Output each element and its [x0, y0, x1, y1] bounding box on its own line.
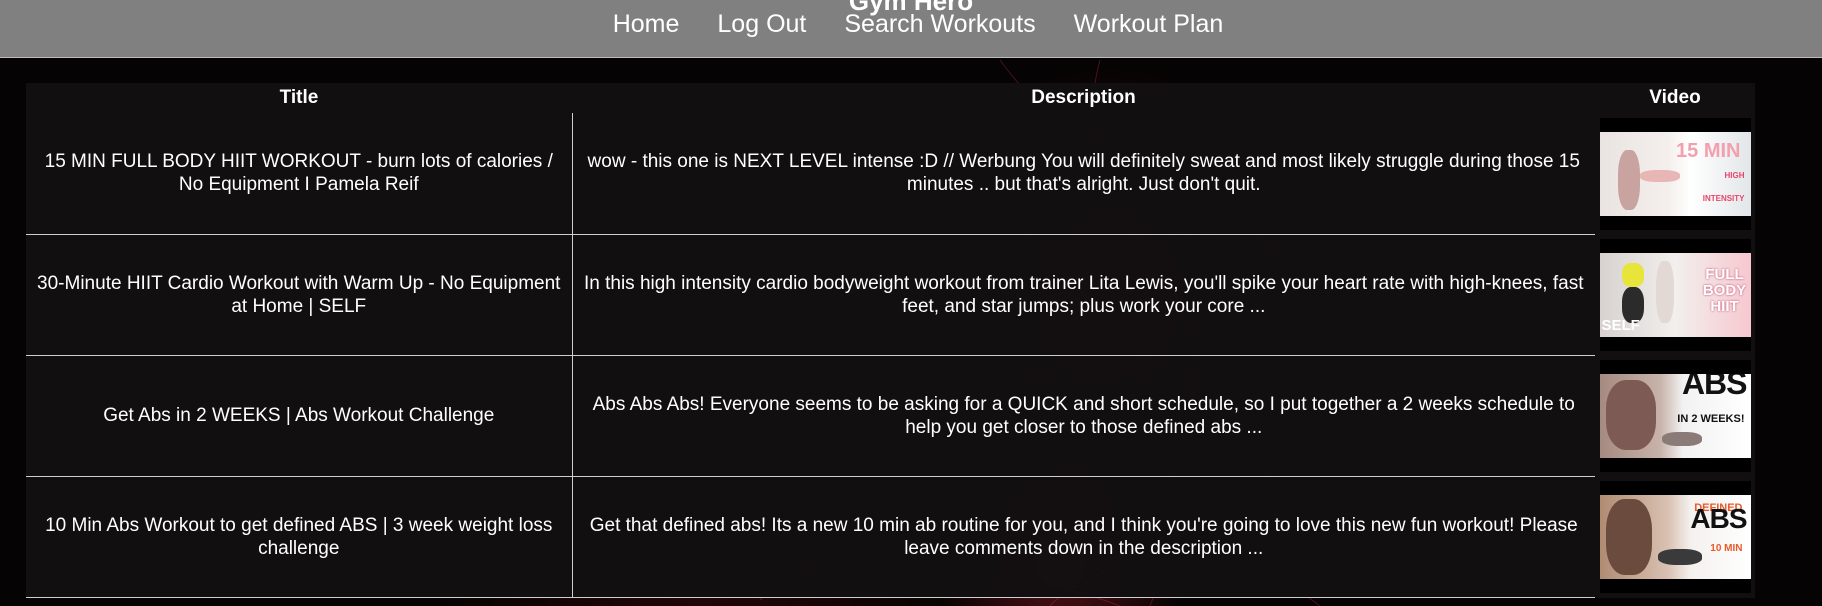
- athlete-figure: [1661, 431, 1702, 446]
- nav-search-workouts-link[interactable]: Search Workouts: [844, 10, 1035, 39]
- athlete-figure: [1605, 379, 1656, 450]
- thumbnail-main-text: ABS: [1681, 373, 1748, 401]
- workout-title: 15 MIN FULL BODY HIIT WORKOUT - burn lot…: [26, 113, 573, 235]
- video-cell: FULL BODY HIIT SELF: [1595, 234, 1755, 355]
- nav-logout-link[interactable]: Log Out: [717, 10, 806, 39]
- thumbnail-image: DEFINED ABS 10 MIN: [1599, 494, 1751, 579]
- thumbnail-sub-text-2: 10 MIN: [1710, 542, 1743, 554]
- workout-title: 10 Min Abs Workout to get defined ABS | …: [26, 476, 573, 598]
- workout-description: Get that defined abs! Its a new 10 min a…: [572, 476, 1595, 598]
- table-header-row: Title Description Video: [26, 83, 1755, 113]
- athlete-figure: [1639, 169, 1680, 182]
- thumbnail-sub-text: IN 2 WEEKS!: [1677, 412, 1745, 425]
- workout-description: wow - this one is NEXT LEVEL intense :D …: [572, 113, 1595, 235]
- thumbnail-sub-text: HIGH INTENSITY FULL BODY: [1702, 170, 1745, 203]
- table-row: 30-Minute HIIT Cardio Workout with Warm …: [26, 234, 1755, 356]
- table-row: Get Abs in 2 WEEKS | Abs Workout Challen…: [26, 355, 1755, 477]
- workout-description: Abs Abs Abs! Everyone seems to be asking…: [572, 355, 1595, 477]
- column-header-description: Description: [1031, 87, 1136, 108]
- thumbnail-image: ABS IN 2 WEEKS!: [1599, 373, 1751, 458]
- workout-description: In this high intensity cardio bodyweight…: [572, 234, 1595, 356]
- athlete-figure: [1605, 498, 1652, 575]
- nav-home-link[interactable]: Home: [613, 10, 680, 39]
- workouts-table: Title Description Video 15 MIN FULL BODY…: [26, 83, 1755, 598]
- main-nav: Home Log Out Search Workouts Workout Pla…: [0, 10, 1822, 39]
- athlete-figure: [1655, 260, 1674, 323]
- athlete-figure: [1657, 548, 1702, 565]
- video-cell: 15 MIN HIGH INTENSITY FULL BODY: [1595, 113, 1755, 234]
- column-header-video: Video: [1649, 87, 1701, 108]
- thumbnail-main-text: 15 MIN: [1676, 139, 1741, 162]
- table-row: 10 Min Abs Workout to get defined ABS | …: [26, 476, 1755, 598]
- workout-title: Get Abs in 2 WEEKS | Abs Workout Challen…: [26, 355, 573, 477]
- video-thumbnail[interactable]: DEFINED ABS 10 MIN: [1599, 480, 1751, 593]
- video-cell: DEFINED ABS 10 MIN: [1595, 476, 1755, 597]
- nav-workout-plan-link[interactable]: Workout Plan: [1074, 10, 1224, 39]
- thumbnail-image: 15 MIN HIGH INTENSITY FULL BODY: [1599, 131, 1751, 216]
- column-header-title: Title: [279, 87, 319, 108]
- athlete-figure: [1617, 149, 1640, 210]
- top-navigation-bar: Gym Hero Home Log Out Search Workouts Wo…: [0, 0, 1822, 58]
- table-row: 15 MIN FULL BODY HIIT WORKOUT - burn lot…: [26, 113, 1755, 235]
- thumbnail-image: FULL BODY HIIT SELF: [1599, 252, 1751, 337]
- video-thumbnail[interactable]: 15 MIN HIGH INTENSITY FULL BODY: [1599, 117, 1751, 230]
- thumbnail-main-text: ABS: [1690, 502, 1747, 534]
- thumbnail-sub-text: SELF: [1601, 316, 1640, 334]
- video-thumbnail[interactable]: FULL BODY HIIT SELF: [1599, 238, 1751, 351]
- workout-title: 30-Minute HIIT Cardio Workout with Warm …: [26, 234, 573, 356]
- athlete-figure: [1621, 262, 1644, 287]
- video-cell: ABS IN 2 WEEKS!: [1595, 355, 1755, 476]
- thumbnail-main-text: FULL BODY HIIT: [1702, 265, 1747, 315]
- video-thumbnail[interactable]: ABS IN 2 WEEKS!: [1599, 359, 1751, 472]
